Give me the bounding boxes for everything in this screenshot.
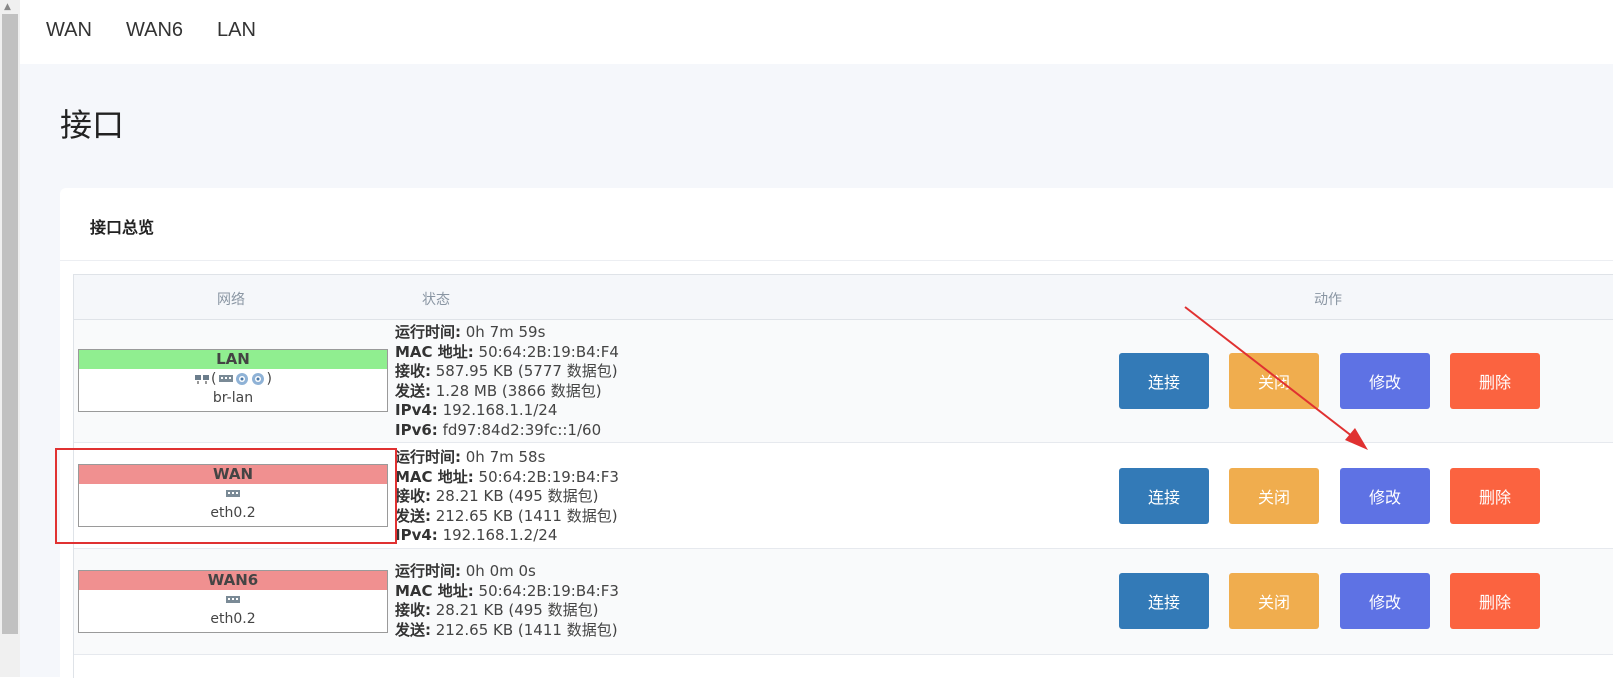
paren-close: ) [266, 371, 272, 387]
scroll-up-icon[interactable]: ▲ [4, 2, 11, 12]
bridge-icon [195, 375, 210, 384]
interface-tabs: WAN WAN6 LAN [20, 0, 1613, 64]
status-line: 发送: 212.65 KB (1411 数据包) [395, 506, 618, 525]
annotation-highlight-box [55, 448, 397, 544]
connect-button[interactable]: 连接 [1119, 468, 1209, 524]
connect-button[interactable]: 连接 [1119, 353, 1209, 409]
device-name: eth0.2 [210, 611, 256, 627]
network-name: WAN6 [79, 571, 387, 590]
network-name: LAN [79, 350, 387, 369]
stop-button[interactable]: 关闭 [1229, 573, 1319, 629]
edit-button[interactable]: 修改 [1340, 353, 1430, 409]
status-line: IPv4: 192.168.1.2/24 [395, 526, 558, 544]
wifi-icon [235, 373, 248, 385]
status-line: 运行时间: 0h 7m 58s [395, 448, 546, 466]
table-row: WAN6 eth0.2 运行时间: 0h 0m 0s MAC 地址: 50:64… [74, 549, 1613, 655]
header-actions: 动作 [1314, 292, 1342, 308]
scroll-thumb[interactable] [2, 14, 18, 634]
page-title: 接口 [60, 106, 125, 144]
status-line: 发送: 1.28 MB (3866 数据包) [395, 381, 602, 400]
edit-button[interactable]: 修改 [1340, 468, 1430, 524]
edit-button[interactable]: 修改 [1340, 573, 1430, 629]
status-line: MAC 地址: 50:64:2B:19:B4:F3 [395, 581, 619, 600]
status-line: 运行时间: 0h 0m 0s [395, 562, 536, 580]
interface-overview-card: 接口总览 网络 状态 动作 LAN ( ) br-lan 运行时间: 0h 7m… [60, 188, 1613, 678]
status-line: 发送: 212.65 KB (1411 数据包) [395, 620, 618, 639]
stop-button[interactable]: 关闭 [1229, 353, 1319, 409]
paren-open: ( [211, 371, 217, 387]
delete-button[interactable]: 删除 [1450, 353, 1540, 409]
wifi-icon [251, 373, 264, 385]
delete-button[interactable]: 删除 [1450, 468, 1540, 524]
scrollbar[interactable]: ▲ [0, 0, 20, 677]
stop-button[interactable]: 关闭 [1229, 468, 1319, 524]
tab-lan[interactable]: LAN [217, 19, 256, 42]
network-icons: ( ) [79, 369, 387, 389]
interface-status: 运行时间: 0h 7m 59s MAC 地址: 50:64:2B:19:B4:F… [395, 323, 619, 440]
interface-status: 运行时间: 0h 0m 0s MAC 地址: 50:64:2B:19:B4:F3… [395, 562, 619, 640]
status-line: 接收: 28.21 KB (495 数据包) [395, 601, 599, 619]
status-line: IPv4: 192.168.1.1/24 [395, 401, 558, 419]
connect-button[interactable]: 连接 [1119, 573, 1209, 629]
device-name: br-lan [212, 390, 254, 406]
network-icons [79, 590, 387, 610]
main-content: 接口 接口总览 网络 状态 动作 LAN () br-lan 运行时间: 0h… [20, 64, 1613, 678]
header-status: 状态 [422, 292, 450, 308]
network-badge-lan[interactable]: LAN ( ) br-lan [78, 349, 388, 412]
status-line: 运行时间: 0h 7m 59s [395, 323, 546, 341]
switch-icon [226, 596, 240, 603]
table-row: LAN ( ) br-lan 运行时间: 0h 7m 59s MAC 地址: 5… [74, 320, 1613, 443]
status-line: 接收: 587.95 KB (5777 数据包) [395, 362, 618, 380]
interface-status: 运行时间: 0h 7m 58s MAC 地址: 50:64:2B:19:B4:F… [395, 448, 619, 546]
tab-wan6[interactable]: WAN6 [126, 19, 183, 42]
network-badge-wan6[interactable]: WAN6 eth0.2 [78, 570, 388, 633]
switch-icon [218, 375, 233, 382]
status-line: IPv6: fd97:84d2:39fc::1/60 [395, 420, 602, 439]
table-header: 网络 状态 动作 [74, 275, 1613, 320]
status-line: MAC 地址: 50:64:2B:19:B4:F4 [395, 342, 619, 361]
delete-button[interactable]: 删除 [1450, 573, 1540, 629]
header-network: 网络 [217, 292, 245, 308]
card-title: 接口总览 [90, 218, 155, 237]
status-line: MAC 地址: 50:64:2B:19:B4:F3 [395, 467, 619, 486]
card-divider [60, 260, 1613, 261]
status-line: 接收: 28.21 KB (495 数据包) [395, 487, 599, 505]
tab-wan[interactable]: WAN [46, 19, 92, 42]
